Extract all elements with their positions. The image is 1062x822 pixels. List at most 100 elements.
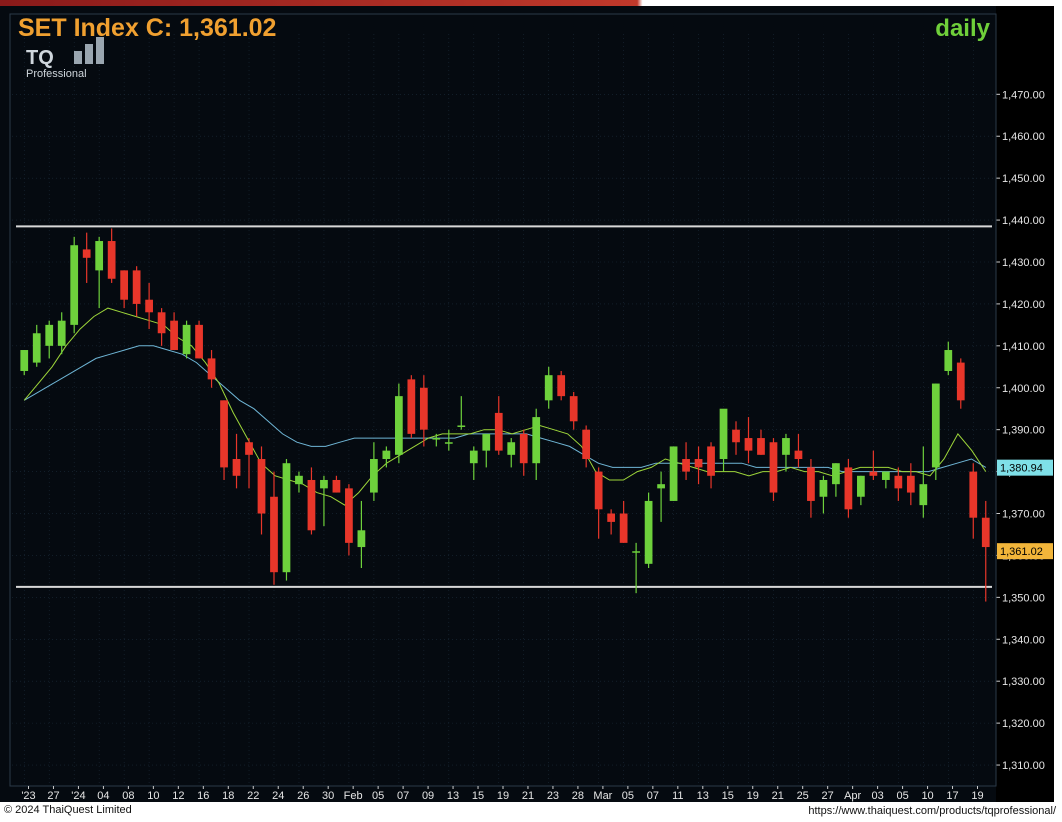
candle-down[interactable]	[245, 442, 253, 455]
candle-down[interactable]	[619, 513, 628, 543]
candle-up[interactable]	[881, 471, 890, 480]
logo-bar-icon	[85, 44, 93, 64]
candle-down[interactable]	[170, 320, 178, 351]
candle-down[interactable]	[906, 475, 915, 493]
candle-down[interactable]	[157, 312, 166, 334]
candle-up[interactable]	[819, 479, 828, 497]
candle-down[interactable]	[607, 513, 616, 522]
candle-up[interactable]	[482, 433, 491, 451]
chart-window: 1,310.00 1,320.00 1,330.00 1,340.00 1,350.00…	[0, 0, 1062, 822]
candle-up[interactable]	[182, 324, 191, 355]
candle-up[interactable]	[20, 350, 29, 371]
x-tick-label: 27	[822, 790, 834, 802]
candle-down[interactable]	[969, 471, 978, 518]
candle-up[interactable]	[919, 484, 928, 506]
candle-up[interactable]	[370, 459, 378, 493]
candle-down[interactable]	[307, 479, 316, 531]
candle-down[interactable]	[682, 459, 690, 472]
x-tick-label: 15	[722, 790, 734, 802]
candle-up[interactable]	[382, 450, 391, 460]
candle-up[interactable]	[32, 333, 41, 363]
candle-up[interactable]	[57, 320, 66, 346]
candle-down[interactable]	[894, 475, 903, 489]
candle-down[interactable]	[332, 479, 341, 493]
candle-down[interactable]	[494, 412, 503, 451]
candle-up[interactable]	[295, 475, 303, 485]
candle-down[interactable]	[744, 438, 753, 451]
candle-up[interactable]	[282, 463, 291, 573]
candle-up[interactable]	[657, 484, 665, 489]
candle-down[interactable]	[519, 433, 528, 464]
candle-up[interactable]	[469, 450, 478, 464]
candle-down[interactable]	[220, 400, 228, 468]
candle-down[interactable]	[270, 496, 278, 573]
x-tick-label: '24	[71, 790, 85, 802]
window-edge	[1054, 6, 1062, 802]
candle-up[interactable]	[832, 463, 840, 485]
last-price-tag: 1,361.02	[1000, 546, 1043, 558]
candle-up[interactable]	[644, 500, 653, 564]
candle-down[interactable]	[582, 429, 591, 460]
candle-up[interactable]	[432, 438, 441, 440]
candle-down[interactable]	[419, 387, 428, 430]
candle-up[interactable]	[857, 475, 865, 497]
candle-down[interactable]	[869, 471, 878, 476]
source-url[interactable]: https://www.thaiquest.com/products/tqpro…	[808, 805, 1056, 817]
x-tick-label: Apr	[844, 790, 861, 802]
candle-down[interactable]	[757, 438, 765, 455]
candle-down[interactable]	[794, 450, 803, 460]
logo-bar-icon	[96, 37, 104, 64]
candle-down[interactable]	[407, 379, 416, 434]
candle-up[interactable]	[544, 375, 553, 401]
candle-up[interactable]	[444, 442, 453, 444]
candle-up[interactable]	[532, 417, 541, 464]
candle-down[interactable]	[195, 324, 203, 359]
copyright-text: © 2024 ThaiQuest Limited	[4, 804, 132, 816]
y-tick-label: 1,450.00	[1002, 173, 1045, 185]
x-tick-label: 12	[172, 790, 184, 802]
candle-down[interactable]	[732, 429, 740, 443]
x-tick-label: 04	[97, 790, 109, 802]
x-tick-label: 08	[122, 790, 134, 802]
candle-up[interactable]	[719, 408, 728, 460]
candle-up[interactable]	[95, 241, 104, 271]
x-tick-label: 05	[896, 790, 908, 802]
x-tick-label: 16	[197, 790, 209, 802]
candle-up[interactable]	[357, 530, 366, 548]
candle-down[interactable]	[345, 488, 353, 543]
candle-down[interactable]	[981, 517, 990, 548]
candle-down[interactable]	[82, 249, 91, 258]
candle-up[interactable]	[320, 479, 328, 489]
candle-up[interactable]	[45, 324, 54, 346]
y-tick-label: 1,340.00	[1002, 634, 1045, 646]
candle-down[interactable]	[232, 459, 241, 476]
candle-down[interactable]	[120, 270, 129, 300]
candle-up[interactable]	[394, 396, 403, 455]
candle-up[interactable]	[632, 551, 640, 553]
candle-down[interactable]	[557, 375, 566, 397]
candle-down[interactable]	[207, 358, 216, 380]
candle-down[interactable]	[769, 442, 778, 493]
candle-down[interactable]	[707, 446, 715, 476]
candle-up[interactable]	[507, 442, 516, 455]
candle-down[interactable]	[956, 362, 965, 401]
candle-up[interactable]	[457, 425, 466, 427]
candle-down[interactable]	[844, 467, 853, 510]
x-tick-label: 15	[472, 790, 484, 802]
candle-down[interactable]	[694, 459, 703, 468]
x-tick-label: 23	[547, 790, 559, 802]
candlestick-chart[interactable]: 1,310.00 1,320.00 1,330.00 1,340.00 1,350.00…	[0, 6, 1062, 802]
candle-up[interactable]	[931, 383, 940, 468]
candle-down[interactable]	[569, 396, 578, 422]
candle-up[interactable]	[669, 446, 678, 501]
candle-down[interactable]	[807, 467, 815, 501]
candle-down[interactable]	[257, 459, 266, 514]
candle-up[interactable]	[944, 350, 953, 371]
candle-up[interactable]	[70, 245, 79, 325]
candle-down[interactable]	[145, 299, 153, 313]
candle-up[interactable]	[782, 438, 790, 455]
candle-down[interactable]	[132, 270, 141, 304]
x-tick-label: 10	[147, 790, 159, 802]
candle-down[interactable]	[594, 471, 603, 510]
candle-down[interactable]	[107, 241, 116, 279]
